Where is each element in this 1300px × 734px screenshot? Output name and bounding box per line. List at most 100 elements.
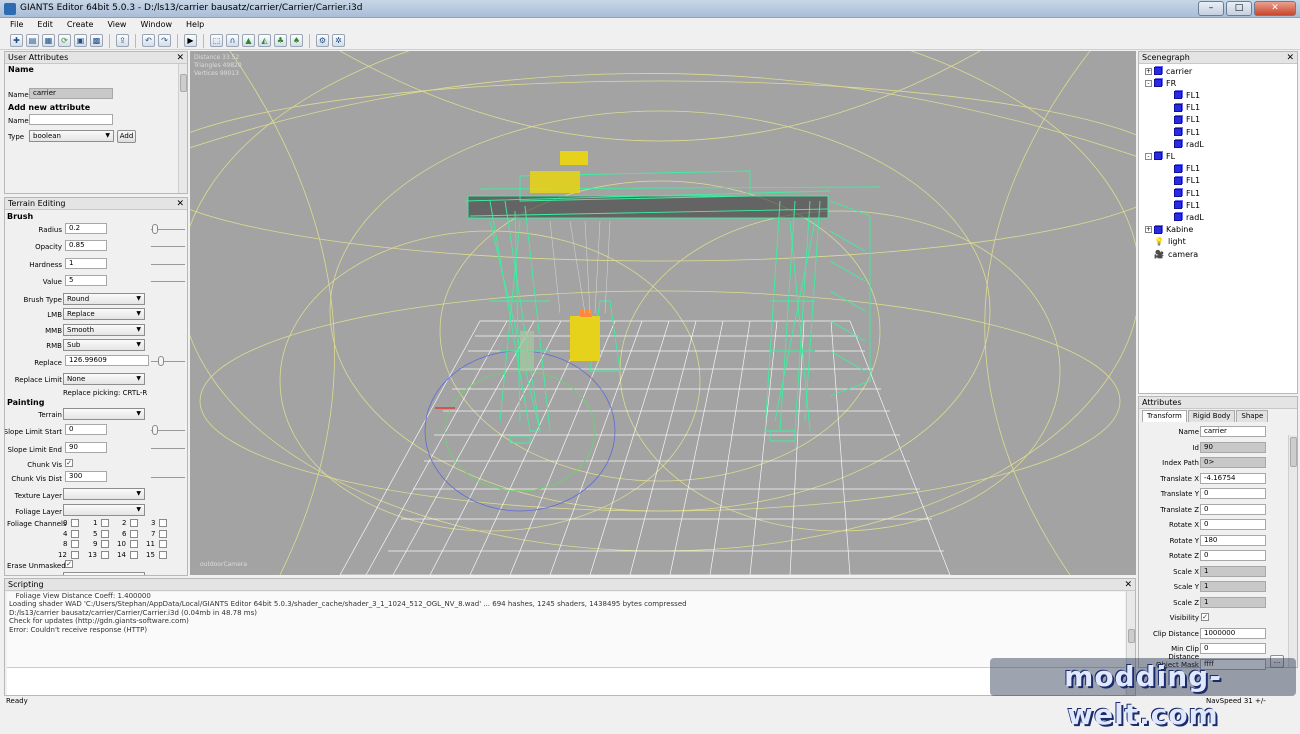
menu-create[interactable]: Create — [67, 18, 94, 32]
slope-limit-start-input[interactable]: 0 — [65, 424, 107, 435]
play-icon[interactable]: ▶ — [184, 34, 197, 47]
close-panel-icon[interactable]: ✕ — [176, 198, 184, 210]
settings-icon[interactable]: ⚙ — [316, 34, 329, 47]
radius-slider[interactable] — [151, 223, 185, 235]
foliage-channel-checkbox[interactable] — [101, 550, 109, 559]
foliage-channel-checkbox[interactable] — [159, 529, 167, 538]
new-file-icon[interactable]: ✚ — [10, 34, 23, 47]
lmb-select[interactable]: Replace — [63, 308, 145, 320]
magnet-icon[interactable]: ∩ — [226, 34, 239, 47]
foliage-channel-checkbox[interactable] — [130, 550, 138, 559]
chunk-vis-dist-slider[interactable] — [151, 471, 185, 483]
scrollbar[interactable] — [178, 64, 187, 193]
scenegraph-node[interactable]: + carrier — [1145, 65, 1192, 77]
scenegraph-node[interactable]: FL1 — [1165, 199, 1200, 211]
attribute-value-field[interactable]: 0 — [1200, 643, 1266, 654]
scenegraph-node[interactable]: FL1 — [1165, 114, 1200, 126]
terrain-paint-icon[interactable]: ◭ — [258, 34, 271, 47]
attribute-value-field[interactable]: 0 — [1200, 550, 1266, 561]
tab-transform[interactable]: Transform — [1142, 410, 1187, 422]
foliage-paint-icon[interactable]: ♣ — [274, 34, 287, 47]
close-button[interactable]: ✕ — [1254, 1, 1296, 16]
expand-toggle-icon[interactable]: + — [1145, 67, 1152, 75]
opacity-slider[interactable] — [151, 240, 185, 252]
terrain-select[interactable] — [63, 408, 145, 420]
add-attribute-button[interactable]: Add — [117, 130, 136, 143]
scenegraph-node[interactable]: radL — [1165, 138, 1204, 150]
scenegraph-node[interactable]: FL1 — [1165, 89, 1200, 101]
scenegraph-node[interactable]: FL1 — [1165, 102, 1200, 114]
new-attribute-name-input[interactable] — [29, 114, 113, 125]
foliage-channel-checkbox[interactable] — [159, 550, 167, 559]
scenegraph-node[interactable]: - FR — [1145, 77, 1176, 89]
foliage-channel-checkbox[interactable] — [130, 540, 138, 548]
foliage-channel-checkbox[interactable] — [130, 519, 138, 527]
attribute-value-field[interactable]: -4.16754 — [1200, 472, 1266, 484]
save-as-icon[interactable]: ▩ — [90, 34, 103, 47]
slope-limit-end-slider[interactable] — [151, 442, 185, 454]
attribute-value-field[interactable]: 0 — [1200, 503, 1266, 515]
render-settings-icon[interactable]: ✲ — [332, 34, 345, 47]
close-panel-icon[interactable]: ✕ — [1124, 579, 1132, 591]
attribute-value-field[interactable]: carrier — [1200, 426, 1266, 437]
foliage-channel-checkbox[interactable] — [101, 540, 109, 548]
chunk-vis-dist-input[interactable]: 300 — [65, 471, 107, 482]
visibility-checkbox[interactable]: ✓ — [1201, 613, 1209, 621]
scrollbar[interactable] — [1288, 435, 1297, 667]
menu-edit[interactable]: Edit — [37, 18, 53, 32]
import-icon[interactable]: ⇪ — [116, 34, 129, 47]
info-layer-select[interactable] — [63, 572, 145, 575]
expand-toggle-icon[interactable]: - — [1145, 152, 1152, 160]
scenegraph-node[interactable]: FL1 — [1165, 163, 1200, 175]
foliage-channel-checkbox[interactable] — [130, 529, 138, 538]
slope-limit-start-slider[interactable] — [151, 424, 185, 436]
expand-toggle-icon[interactable]: - — [1145, 79, 1152, 87]
foliage-channel-checkbox[interactable] — [101, 529, 109, 538]
opacity-input[interactable]: 0.85 — [65, 240, 107, 251]
chunk-vis-checkbox[interactable]: ✓ — [65, 459, 73, 467]
foliage-channel-checkbox[interactable] — [71, 550, 79, 559]
maximize-button[interactable]: □ — [1226, 1, 1252, 16]
foliage-layer-select[interactable] — [63, 504, 145, 516]
replace-slider[interactable] — [151, 355, 185, 367]
attribute-value-field[interactable]: 1000000 — [1200, 627, 1266, 639]
foliage-channel-checkbox[interactable] — [101, 519, 109, 527]
undo-icon[interactable]: ↶ — [142, 34, 155, 47]
save-icon[interactable]: ▣ — [74, 34, 87, 47]
scenegraph-node[interactable]: 🎥 camera — [1145, 248, 1198, 260]
erase-unmasked-checkbox[interactable]: ✓ — [65, 560, 73, 568]
value-slider[interactable] — [151, 275, 185, 287]
replace-input[interactable]: 126.99609 — [65, 355, 149, 366]
foliage-erase-icon[interactable]: ♠ — [290, 34, 303, 47]
texture-layer-select[interactable] — [63, 488, 145, 500]
select-tool-icon[interactable]: ⬚ — [210, 34, 223, 47]
scenegraph-node[interactable]: FL1 — [1165, 126, 1200, 138]
foliage-channel-checkbox[interactable] — [71, 540, 79, 548]
rmb-select[interactable]: Sub — [63, 339, 145, 351]
3d-viewport[interactable]: Distance 33.52 Triangles 49820 Vertices … — [190, 51, 1136, 575]
scenegraph-node[interactable]: 💡 light — [1145, 236, 1186, 248]
foliage-channel-checkbox[interactable] — [159, 519, 167, 527]
radius-input[interactable]: 0.2 — [65, 223, 107, 234]
menu-view[interactable]: View — [107, 18, 126, 32]
mmb-select[interactable]: Smooth — [63, 324, 145, 336]
attribute-value-field[interactable]: 0 — [1200, 519, 1266, 530]
tab-rigid-body[interactable]: Rigid Body — [1187, 410, 1236, 422]
open-file-icon[interactable]: ▤ — [26, 34, 39, 47]
foliage-channel-checkbox[interactable] — [159, 540, 167, 548]
attribute-value-field[interactable]: 180 — [1200, 534, 1266, 546]
minimize-button[interactable]: – — [1198, 1, 1224, 16]
tab-shape[interactable]: Shape — [1236, 410, 1269, 422]
close-panel-icon[interactable]: ✕ — [176, 52, 184, 64]
hardness-slider[interactable] — [151, 258, 185, 270]
attribute-type-select[interactable]: boolean — [29, 130, 114, 142]
menu-help[interactable]: Help — [186, 18, 204, 32]
value-input[interactable]: 5 — [65, 275, 107, 286]
attribute-value-field[interactable]: 0 — [1200, 488, 1266, 499]
name-field[interactable]: carrier — [29, 88, 113, 99]
reload-icon[interactable]: ⟳ — [58, 34, 71, 47]
menu-file[interactable]: File — [10, 18, 23, 32]
expand-toggle-icon[interactable]: + — [1145, 226, 1152, 234]
script-command-input[interactable] — [7, 667, 1125, 695]
slope-limit-end-input[interactable]: 90 — [65, 442, 107, 453]
